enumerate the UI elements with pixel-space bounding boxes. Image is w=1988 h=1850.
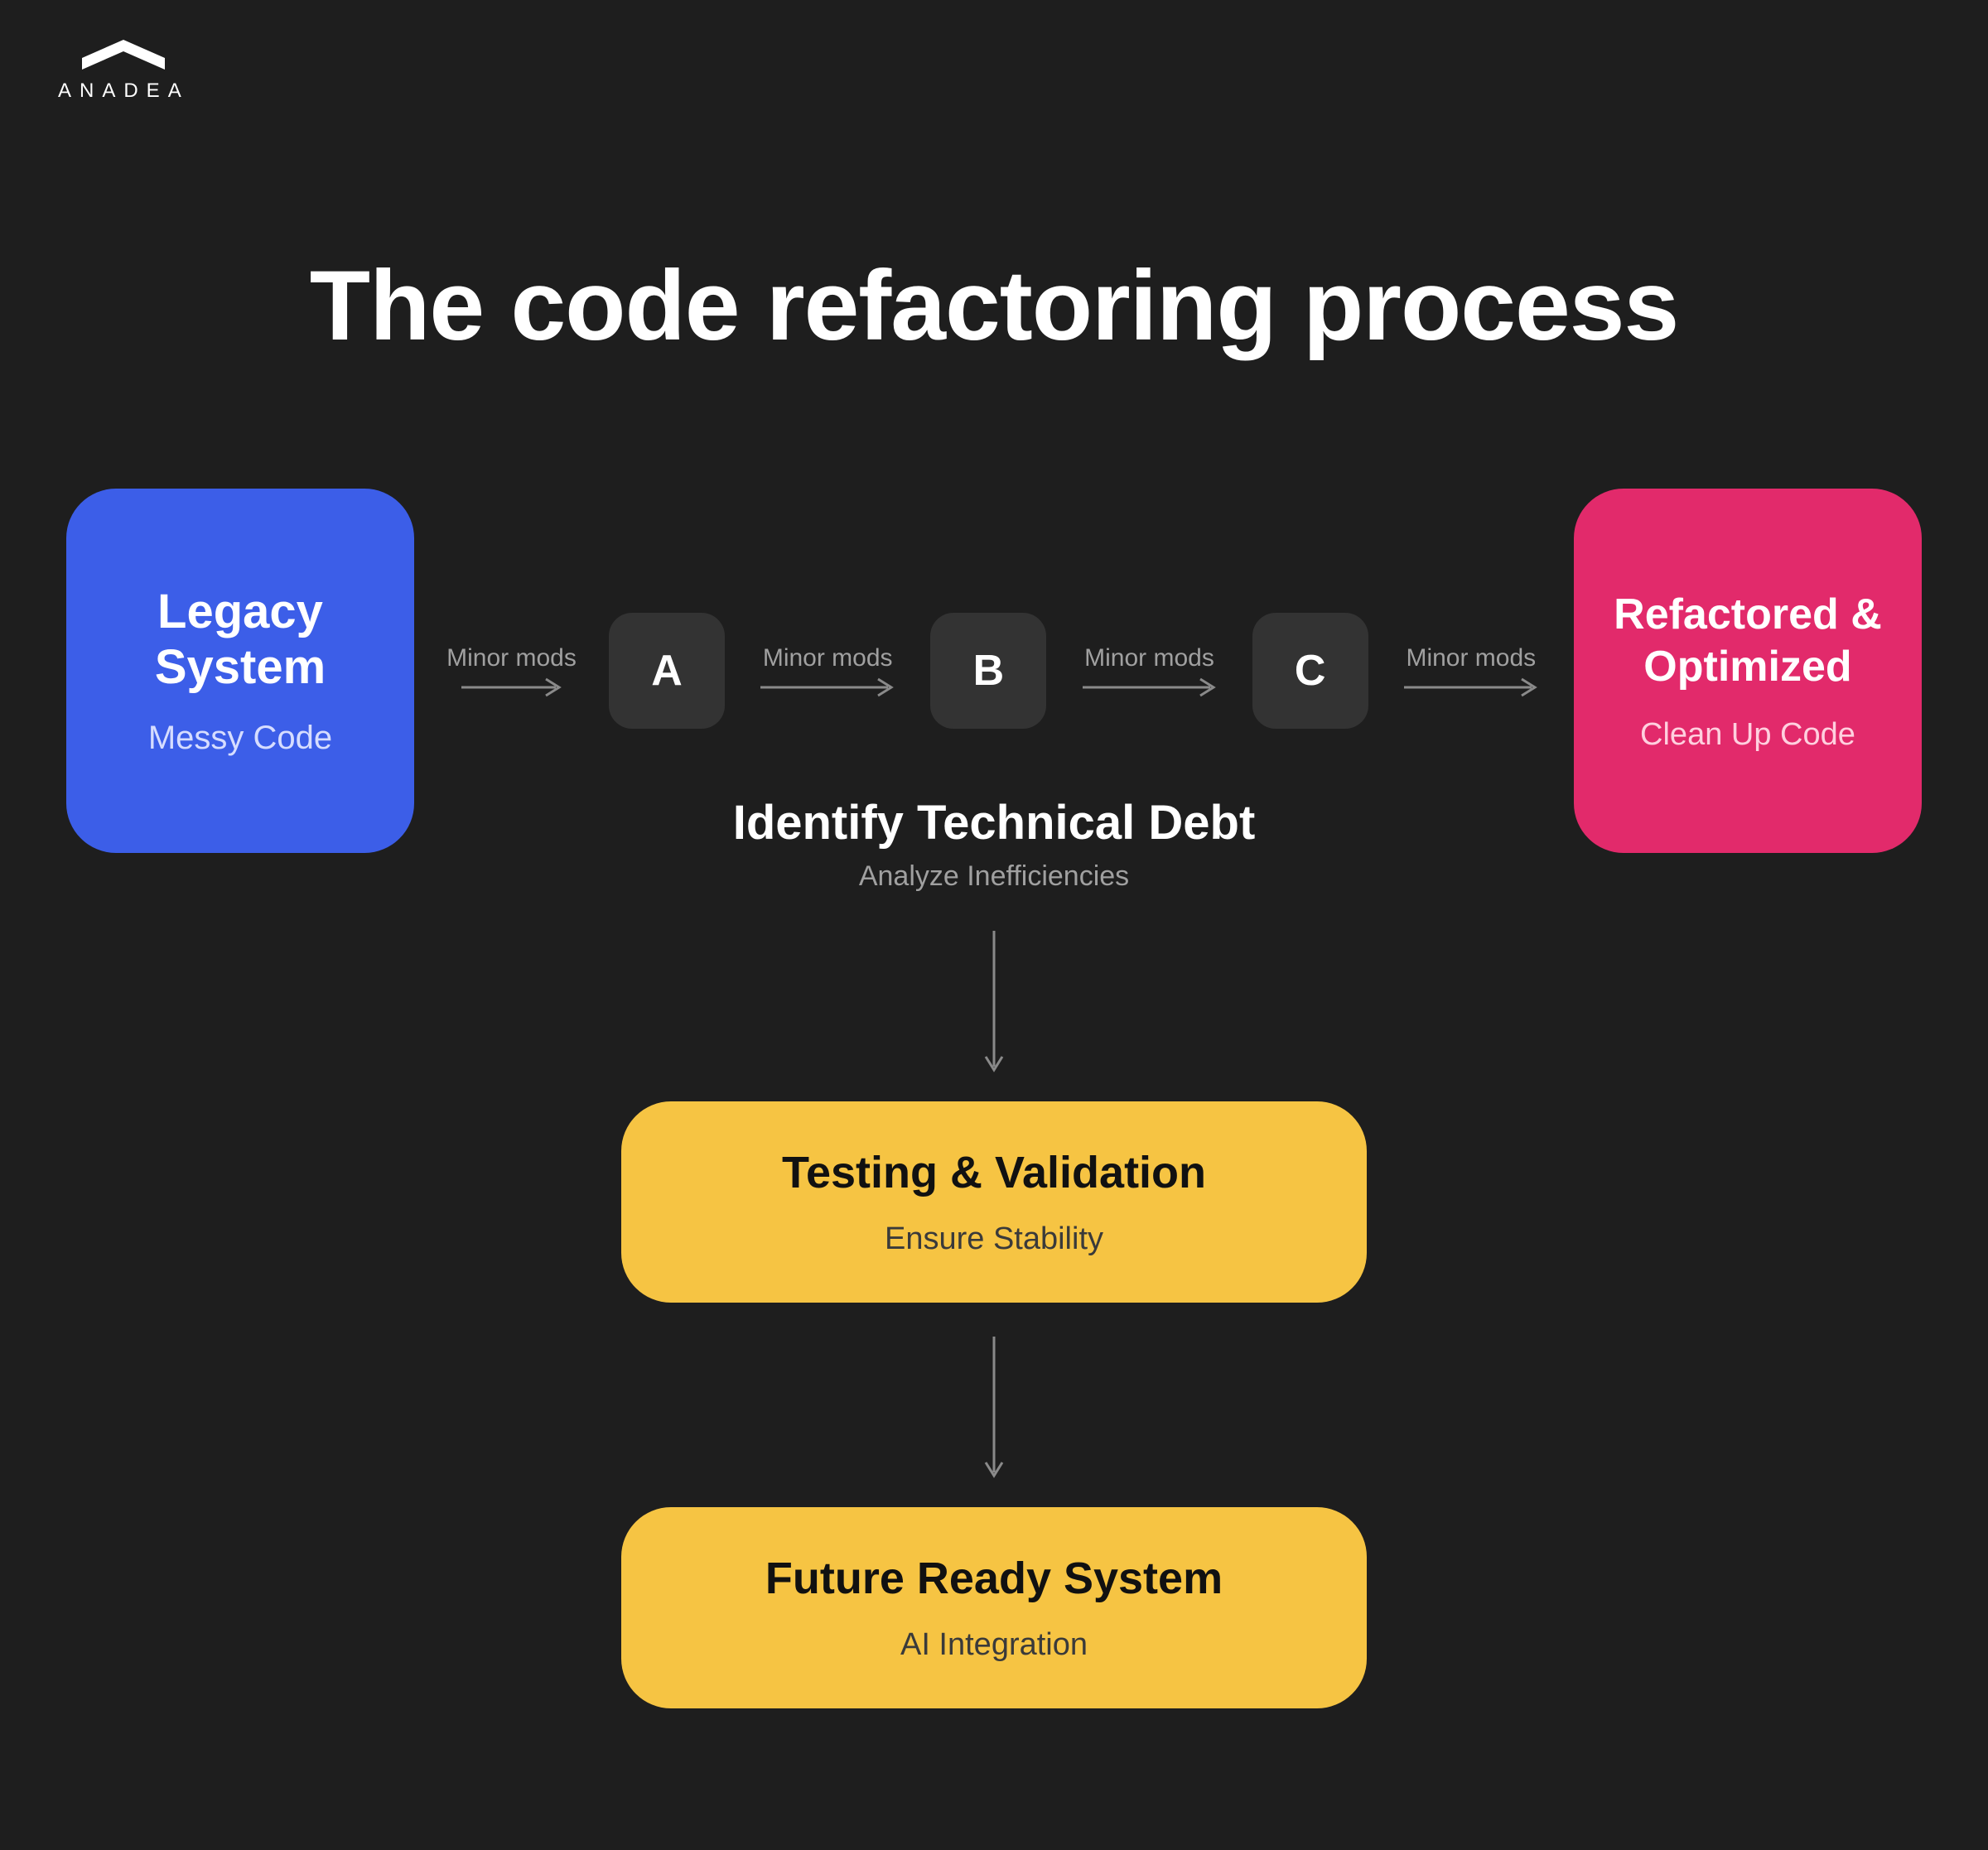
future-subtitle: AI Integration <box>900 1627 1088 1663</box>
arrow-right-icon <box>458 677 566 697</box>
node-step-a: A <box>609 613 725 729</box>
future-title: Future Ready System <box>765 1553 1223 1604</box>
node-legacy-title: Legacy System <box>99 585 381 695</box>
brand-logo: ANADEA <box>58 33 190 103</box>
arrow-minor-mods-4: Minor mods <box>1401 644 1542 697</box>
arrow-minor-mods-2: Minor mods <box>757 644 898 697</box>
diagram-title: The code refactoring process <box>0 248 1988 363</box>
testing-title: Testing & Validation <box>782 1147 1206 1198</box>
brand-logo-mark <box>74 33 173 73</box>
arrow-label: Minor mods <box>1084 644 1214 672</box>
arrow-right-icon <box>1401 677 1542 697</box>
testing-subtitle: Ensure Stability <box>885 1221 1103 1257</box>
node-identify-technical-debt: Identify Technical Debt Analyze Ineffici… <box>0 795 1988 893</box>
node-step-b: B <box>930 613 1046 729</box>
arrow-right-icon <box>757 677 898 697</box>
node-future-ready-system: Future Ready System AI Integration <box>621 1507 1367 1708</box>
arrow-label: Minor mods <box>763 644 893 672</box>
arrow-down-icon <box>984 1333 1004 1482</box>
arrow-label: Minor mods <box>446 644 577 672</box>
node-testing-validation: Testing & Validation Ensure Stability <box>621 1101 1367 1303</box>
arrow-right-icon <box>1079 677 1220 697</box>
arrow-down-icon <box>984 927 1004 1077</box>
node-step-c: C <box>1252 613 1368 729</box>
arrow-label: Minor mods <box>1406 644 1536 672</box>
arrow-minor-mods-1: Minor mods <box>446 644 577 697</box>
identify-title: Identify Technical Debt <box>0 795 1988 850</box>
node-refactored-title: Refactored & Optimized <box>1607 589 1889 692</box>
identify-subtitle: Analyze Inefficiencies <box>0 860 1988 893</box>
node-refactored-subtitle: Clean Up Code <box>1640 717 1855 753</box>
arrow-minor-mods-3: Minor mods <box>1079 644 1220 697</box>
brand-name: ANADEA <box>58 79 190 103</box>
node-legacy-subtitle: Messy Code <box>148 720 332 757</box>
